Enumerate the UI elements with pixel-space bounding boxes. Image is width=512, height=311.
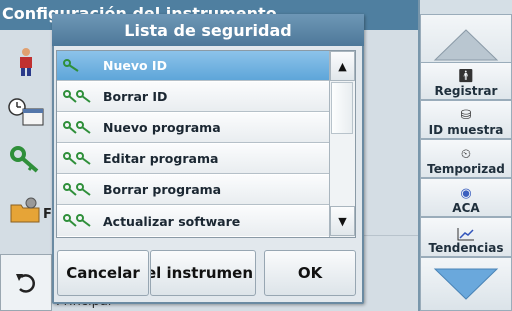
double-key-icon: [57, 151, 103, 166]
chevron-up-icon: ▲: [338, 59, 347, 73]
list-item[interactable]: Actualizar software: [57, 206, 329, 236]
list-item-label: Nuevo programa: [103, 120, 221, 135]
list-item[interactable]: Nuevo programa: [57, 113, 329, 143]
list-scroll-up-button[interactable]: ▲: [330, 51, 355, 81]
dialog-title: Lista de seguridad: [52, 14, 364, 46]
person-icon: 🚹︎: [457, 69, 475, 84]
id-muestra-button[interactable]: ⛁ ID muestra: [420, 100, 512, 139]
list-item[interactable]: Borrar programa: [57, 175, 329, 205]
single-key-icon: [57, 58, 103, 73]
list-item[interactable]: Borrar ID: [57, 82, 329, 112]
scrollbar-thumb[interactable]: [331, 82, 353, 134]
back-arrow-icon: [16, 273, 35, 293]
trend-chart-icon: [457, 228, 474, 241]
temporizad-label: Temporizad: [427, 162, 505, 176]
list-item-label: Actualizar software: [103, 213, 241, 229]
double-key-icon: [57, 214, 103, 228]
chevron-down-icon: ▼: [338, 214, 347, 228]
aca-label: ACA: [452, 201, 480, 215]
scroll-down-button[interactable]: [420, 257, 512, 311]
list-item-label: Nuevo ID: [103, 58, 167, 73]
list-scroll-down-button[interactable]: ▼: [330, 206, 355, 236]
registrar-label: Registrar: [434, 84, 498, 98]
list-item[interactable]: Nuevo ID: [57, 51, 329, 81]
triangle-down-icon: [433, 268, 499, 300]
list-item[interactable]: Editar programa: [57, 144, 329, 174]
list-item-label: Borrar programa: [103, 182, 222, 197]
registrar-button[interactable]: 🚹︎ Registrar: [420, 62, 512, 100]
aca-button[interactable]: ◉ ACA: [420, 178, 512, 217]
cancel-button[interactable]: Cancelar: [57, 250, 149, 296]
aca-icon: ◉: [460, 186, 472, 201]
instrument-partial-button[interactable]: el instrumen: [150, 250, 256, 296]
folder-settings-icon[interactable]: [6, 190, 46, 230]
double-key-icon: [57, 120, 103, 135]
double-key-icon: [57, 89, 103, 104]
list-item-label: Editar programa: [103, 151, 219, 166]
key-icon[interactable]: [6, 140, 46, 180]
background-partial-label: F: [43, 207, 52, 222]
double-key-icon: [57, 182, 103, 197]
triangle-up-icon: [433, 29, 499, 61]
temporizador-button[interactable]: ⏲ Temporizad: [420, 139, 512, 178]
clock-calendar-icon[interactable]: [6, 92, 46, 132]
id-muestra-label: ID muestra: [428, 123, 504, 137]
sample-vial-icon: ⛁: [460, 108, 472, 123]
ok-button[interactable]: OK: [264, 250, 356, 296]
back-button[interactable]: [0, 254, 52, 311]
list-item-label: Borrar ID: [103, 89, 168, 104]
timer-icon: ⏲: [460, 147, 472, 162]
tendencias-label: Tendencias: [428, 241, 504, 255]
operator-icon[interactable]: [6, 42, 46, 82]
tendencias-button[interactable]: Tendencias: [420, 217, 512, 257]
